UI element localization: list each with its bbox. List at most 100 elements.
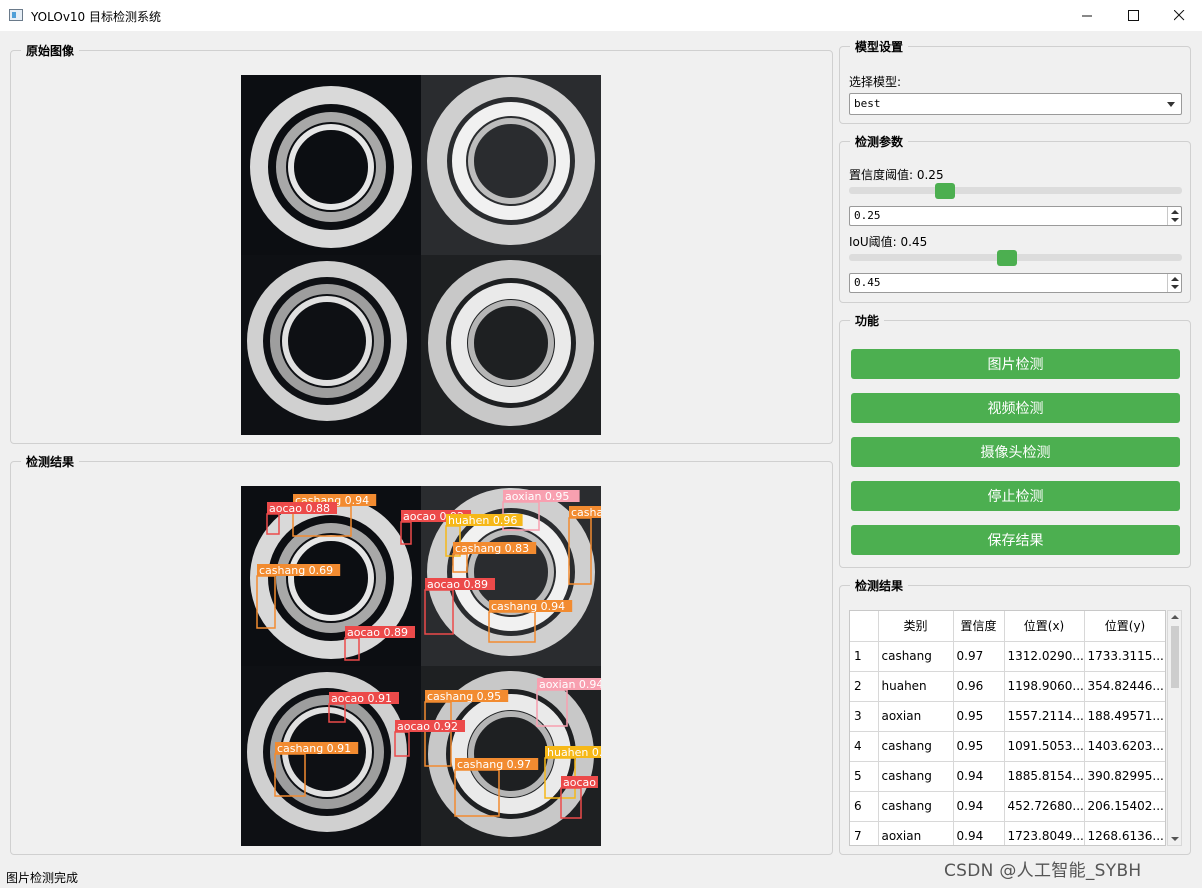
row-number: 6 xyxy=(850,791,879,822)
detection-label: huahen 0.96 xyxy=(547,746,601,759)
cell-confidence: 0.94 xyxy=(953,761,1005,792)
detection-label: huahen 0.96 xyxy=(448,514,517,527)
cell-class: cashang xyxy=(878,641,954,672)
detection-label: aoxian 0.94 xyxy=(539,678,601,691)
watermark: CSDN @人工智能_SYBH xyxy=(944,861,1142,881)
cell-class: cashang xyxy=(878,731,954,762)
corner-header[interactable] xyxy=(850,611,879,642)
table-row[interactable]: 3 aoxian 0.95 1557.2114... 188.49571... xyxy=(850,701,1165,732)
title-bar: YOLOv10 目标检测系统 xyxy=(0,0,1202,31)
spin-up-icon[interactable] xyxy=(1171,210,1179,214)
cell-confidence: 0.95 xyxy=(953,701,1005,732)
conf-spinbox-buttons[interactable] xyxy=(1167,207,1181,225)
column-header-y[interactable]: 位置(y) xyxy=(1084,611,1165,642)
cell-class: cashang xyxy=(878,791,954,822)
table-row[interactable]: 1 cashang 0.97 1312.0290... 1733.3115... xyxy=(850,641,1165,672)
row-number: 7 xyxy=(850,821,879,845)
bearing-image-result: cashang 0.94 aocao 0.88 aocao 0.92 aoxian 0… xyxy=(241,486,601,846)
detection-label: cashang 0.91 xyxy=(277,742,351,755)
cell-class: huahen xyxy=(878,671,954,702)
cell-class: cashang xyxy=(878,761,954,792)
detection-label: aocao 0.89 xyxy=(347,626,408,639)
window-title: YOLOv10 目标检测系统 xyxy=(31,10,162,24)
detection-label: cashang 0.83 xyxy=(455,542,529,555)
chevron-down-icon xyxy=(1167,102,1175,107)
detection-label: aoxian 0.95 xyxy=(505,490,569,503)
cell-x: 1198.9060... xyxy=(1004,671,1085,702)
spin-up-icon[interactable] xyxy=(1171,277,1179,281)
cell-y: 1403.6203... xyxy=(1084,731,1165,762)
cell-x: 1557.2114... xyxy=(1004,701,1085,732)
results-title: 检测结果 xyxy=(850,577,909,594)
row-number: 4 xyxy=(850,731,879,762)
cell-y: 188.49571... xyxy=(1084,701,1165,732)
detection-label: aocao xyxy=(563,776,596,789)
video-detect-button[interactable]: 视频检测 xyxy=(851,393,1180,423)
detection-label: cashang 0.97 xyxy=(457,758,531,771)
row-number: 2 xyxy=(850,671,879,702)
result-image: cashang 0.94 aocao 0.88 aocao 0.92 aoxian 0… xyxy=(241,486,601,846)
results-table[interactable]: 类别 置信度 位置(x) 位置(y) 1 cashang 0.97 1312.0… xyxy=(849,610,1166,846)
save-results-button[interactable]: 保存结果 xyxy=(851,525,1180,555)
cell-confidence: 0.94 xyxy=(953,791,1005,822)
cell-x: 1723.8049... xyxy=(1004,821,1085,845)
conf-spinbox[interactable]: 0.25 xyxy=(849,206,1182,226)
detection-label: aocao 0.89 xyxy=(427,578,488,591)
table-row[interactable]: 5 cashang 0.94 1885.8154... 390.82995... xyxy=(850,761,1165,792)
column-header-class[interactable]: 类别 xyxy=(878,611,954,642)
cell-x: 1312.0290... xyxy=(1004,641,1085,672)
cell-confidence: 0.94 xyxy=(953,821,1005,845)
conf-threshold-label: 置信度阈值: 0.25 xyxy=(849,168,944,182)
cell-y: 206.15402... xyxy=(1084,791,1165,822)
close-icon xyxy=(1173,10,1184,21)
cell-x: 452.72680... xyxy=(1004,791,1085,822)
cell-x: 1091.5053... xyxy=(1004,731,1085,762)
table-row[interactable]: 7 aoxian 0.94 1723.8049... 1268.6136... xyxy=(850,821,1165,845)
app-icon xyxy=(9,9,23,21)
iou-threshold-label: IoU阈值: 0.45 xyxy=(849,235,928,249)
column-header-confidence[interactable]: 置信度 xyxy=(953,611,1005,642)
minimize-icon xyxy=(1081,15,1092,17)
detection-params-title: 检测参数 xyxy=(850,133,909,150)
scroll-down-icon[interactable] xyxy=(1171,837,1179,841)
column-header-x[interactable]: 位置(x) xyxy=(1004,611,1085,642)
iou-spinbox-value: 0.45 xyxy=(854,276,881,289)
result-image-title: 检测结果 xyxy=(21,453,80,470)
table-row[interactable]: 2 huahen 0.96 1198.9060... 354.82446... xyxy=(850,671,1165,702)
detection-label: cashang 0.94 xyxy=(491,600,565,613)
cell-class: aoxian xyxy=(878,701,954,732)
table-row[interactable]: 6 cashang 0.94 452.72680... 206.15402... xyxy=(850,791,1165,822)
status-text: 图片检测完成 xyxy=(6,871,79,885)
cell-confidence: 0.95 xyxy=(953,731,1005,762)
cell-x: 1885.8154... xyxy=(1004,761,1085,792)
image-detect-button[interactable]: 图片检测 xyxy=(851,349,1180,379)
table-row[interactable]: 4 cashang 0.95 1091.5053... 1403.6203... xyxy=(850,731,1165,762)
detection-label: aocao 0.88 xyxy=(269,502,330,515)
detection-label: cashang 0.95 xyxy=(427,690,501,703)
scrollbar-thumb[interactable] xyxy=(1171,626,1179,688)
conf-slider-handle[interactable] xyxy=(935,183,956,199)
iou-slider-handle[interactable] xyxy=(996,250,1017,266)
cell-y: 390.82995... xyxy=(1084,761,1165,792)
spin-down-icon[interactable] xyxy=(1171,218,1179,222)
iou-spinbox-buttons[interactable] xyxy=(1167,274,1181,292)
model-select[interactable]: best xyxy=(849,93,1182,115)
spin-down-icon[interactable] xyxy=(1171,285,1179,289)
iou-spinbox[interactable]: 0.45 xyxy=(849,273,1182,293)
row-number: 3 xyxy=(850,701,879,732)
detection-label: cashang 0.69 xyxy=(259,564,333,577)
conf-slider-track[interactable] xyxy=(849,187,1182,194)
camera-detect-button[interactable]: 摄像头检测 xyxy=(851,437,1180,467)
table-scrollbar[interactable] xyxy=(1167,610,1182,846)
scroll-up-icon[interactable] xyxy=(1171,615,1179,619)
model-select-value: best xyxy=(854,97,881,110)
cell-y: 1268.6136... xyxy=(1084,821,1165,845)
maximize-button[interactable] xyxy=(1110,0,1156,31)
close-button[interactable] xyxy=(1156,0,1202,31)
detection-label: cashang xyxy=(571,506,601,519)
stop-detect-button[interactable]: 停止检测 xyxy=(851,481,1180,511)
detection-label: aocao 0.92 xyxy=(397,720,458,733)
cell-confidence: 0.96 xyxy=(953,671,1005,702)
original-image-title: 原始图像 xyxy=(21,42,80,59)
minimize-button[interactable] xyxy=(1064,0,1110,31)
